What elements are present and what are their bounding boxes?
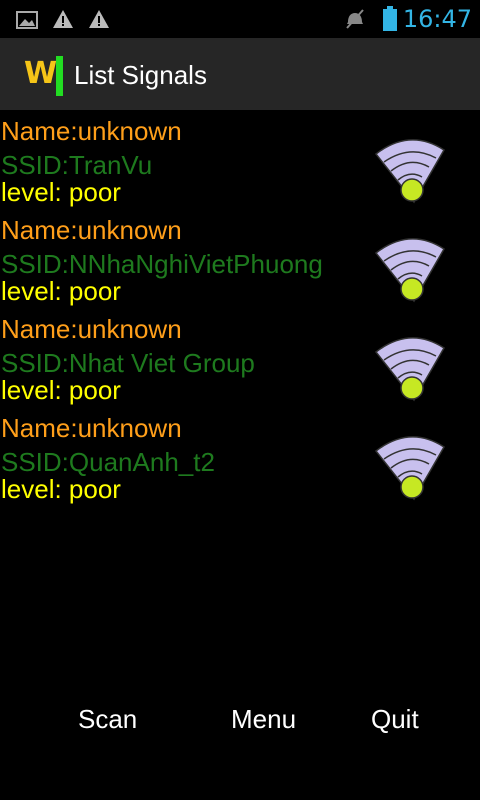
action-bar: Wi List Signals: [0, 38, 480, 110]
signal-level: level: poor: [1, 177, 121, 207]
list-item[interactable]: Name:unknown SSID:TranVu level: poor: [0, 110, 480, 209]
signal-level: level: poor: [1, 375, 121, 405]
warning-icon: [53, 10, 73, 28]
signal-level: level: poor: [1, 276, 121, 306]
wifi-signal-icon: [374, 139, 446, 204]
mute-icon: [346, 9, 364, 29]
signal-name: Name:unknown: [1, 215, 182, 245]
signal-name: Name:unknown: [1, 413, 182, 443]
wifi-signal-icon: [374, 238, 446, 303]
signal-name: Name:unknown: [1, 116, 182, 146]
scan-button[interactable]: Scan: [78, 704, 137, 735]
signal-list: Name:unknown SSID:TranVu level: poor Nam…: [0, 110, 480, 506]
wifi-signal-icon: [374, 436, 446, 501]
picture-icon: [16, 11, 38, 29]
status-bar: 16:47: [0, 0, 480, 38]
list-item[interactable]: Name:unknown SSID:NNhaNghiVietPhuong lev…: [0, 209, 480, 308]
app-logo-icon[interactable]: Wi: [24, 56, 65, 96]
battery-icon: [383, 6, 397, 31]
clock: 16:47: [402, 5, 472, 33]
wifi-signal-icon: [374, 337, 446, 402]
signal-level: level: poor: [1, 474, 121, 504]
signal-name: Name:unknown: [1, 314, 182, 344]
list-item[interactable]: Name:unknown SSID:Nhat Viet Group level:…: [0, 308, 480, 407]
app-logo-bar: [56, 56, 63, 96]
page-title: List Signals: [74, 60, 207, 90]
menu-button[interactable]: Menu: [231, 704, 296, 735]
list-item[interactable]: Name:unknown SSID:QuanAnh_t2 level: poor: [0, 407, 480, 506]
quit-button[interactable]: Quit: [371, 704, 419, 735]
warning-icon: [89, 10, 109, 28]
